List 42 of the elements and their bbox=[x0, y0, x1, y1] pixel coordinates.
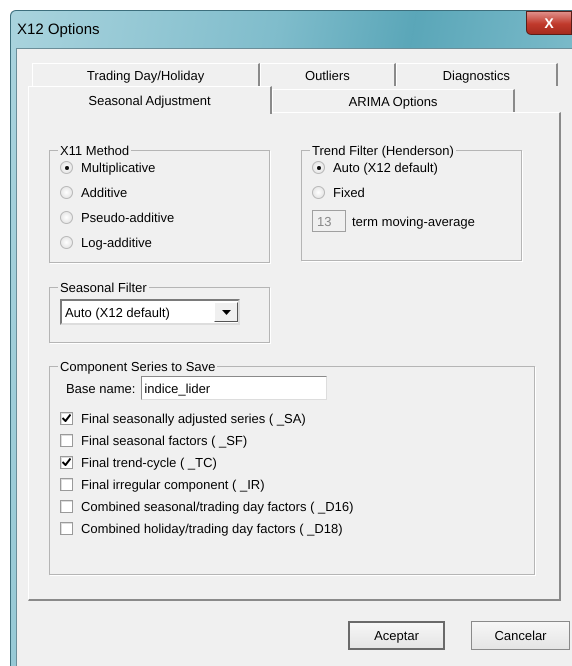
dropdown[interactable]: Auto (X12 default) bbox=[60, 299, 240, 325]
close-button[interactable]: X bbox=[526, 10, 572, 34]
checkbox[interactable] bbox=[60, 500, 73, 512]
group-title: Component Series to Save bbox=[59, 359, 216, 374]
checkbox[interactable] bbox=[60, 434, 73, 446]
radio-button[interactable] bbox=[312, 186, 325, 199]
caret-icon bbox=[222, 310, 230, 314]
tab[interactable]: ARIMA Options bbox=[272, 89, 515, 112]
checkbox-option[interactable]: Final trend-cycle ( _TC) bbox=[60, 454, 522, 470]
radio-button[interactable] bbox=[60, 236, 73, 249]
radio-button[interactable] bbox=[60, 186, 73, 199]
radio-option[interactable]: Additive bbox=[60, 183, 257, 202]
checkbox-option[interactable]: Final seasonally adjusted series ( _SA) bbox=[60, 410, 522, 426]
checkbox[interactable] bbox=[60, 478, 73, 490]
group-title: Trend Filter (Henderson) bbox=[311, 143, 455, 158]
tab[interactable]: Trading Day/Holiday bbox=[32, 63, 260, 86]
accept-button[interactable]: Aceptar bbox=[348, 621, 445, 650]
tab[interactable]: Diagnostics bbox=[396, 63, 558, 86]
tab[interactable]: Seasonal Adjustment bbox=[28, 86, 272, 114]
radio-button[interactable] bbox=[312, 161, 325, 174]
radio-button[interactable] bbox=[60, 161, 73, 174]
checkbox-option[interactable]: Combined seasonal/trading day factors ( _D16) bbox=[60, 498, 522, 514]
checkbox[interactable] bbox=[60, 522, 73, 534]
radio-option[interactable]: Multiplicative bbox=[60, 158, 257, 177]
group-title: Seasonal Filter bbox=[59, 280, 148, 295]
term-label: term moving-average bbox=[352, 214, 475, 228]
checkbox-option[interactable]: Final seasonal factors ( _SF) bbox=[60, 432, 522, 448]
checkbox[interactable] bbox=[60, 456, 73, 468]
cancel-button[interactable]: Cancelar bbox=[471, 621, 570, 650]
radio-option[interactable]: Pseudo-additive bbox=[60, 208, 257, 227]
base-name-field[interactable]: indice_lider bbox=[141, 376, 328, 400]
base-name-label: Base name: bbox=[66, 380, 136, 396]
tab[interactable]: Outliers bbox=[260, 63, 396, 86]
checkbox-option[interactable]: Combined holiday/trading day factors ( _D18) bbox=[60, 520, 522, 536]
radio-option[interactable]: Log-additive bbox=[60, 233, 257, 252]
checkbox-option[interactable]: Final irregular component ( _IR) bbox=[60, 476, 522, 492]
checkbox[interactable] bbox=[60, 412, 73, 424]
window-title: X12 Options bbox=[17, 21, 100, 38]
radio-option[interactable]: Auto (X12 default) bbox=[312, 158, 509, 177]
radio-button[interactable] bbox=[60, 211, 73, 224]
group-title: X11 Method bbox=[59, 143, 130, 158]
radio-option[interactable]: Fixed bbox=[312, 183, 509, 202]
